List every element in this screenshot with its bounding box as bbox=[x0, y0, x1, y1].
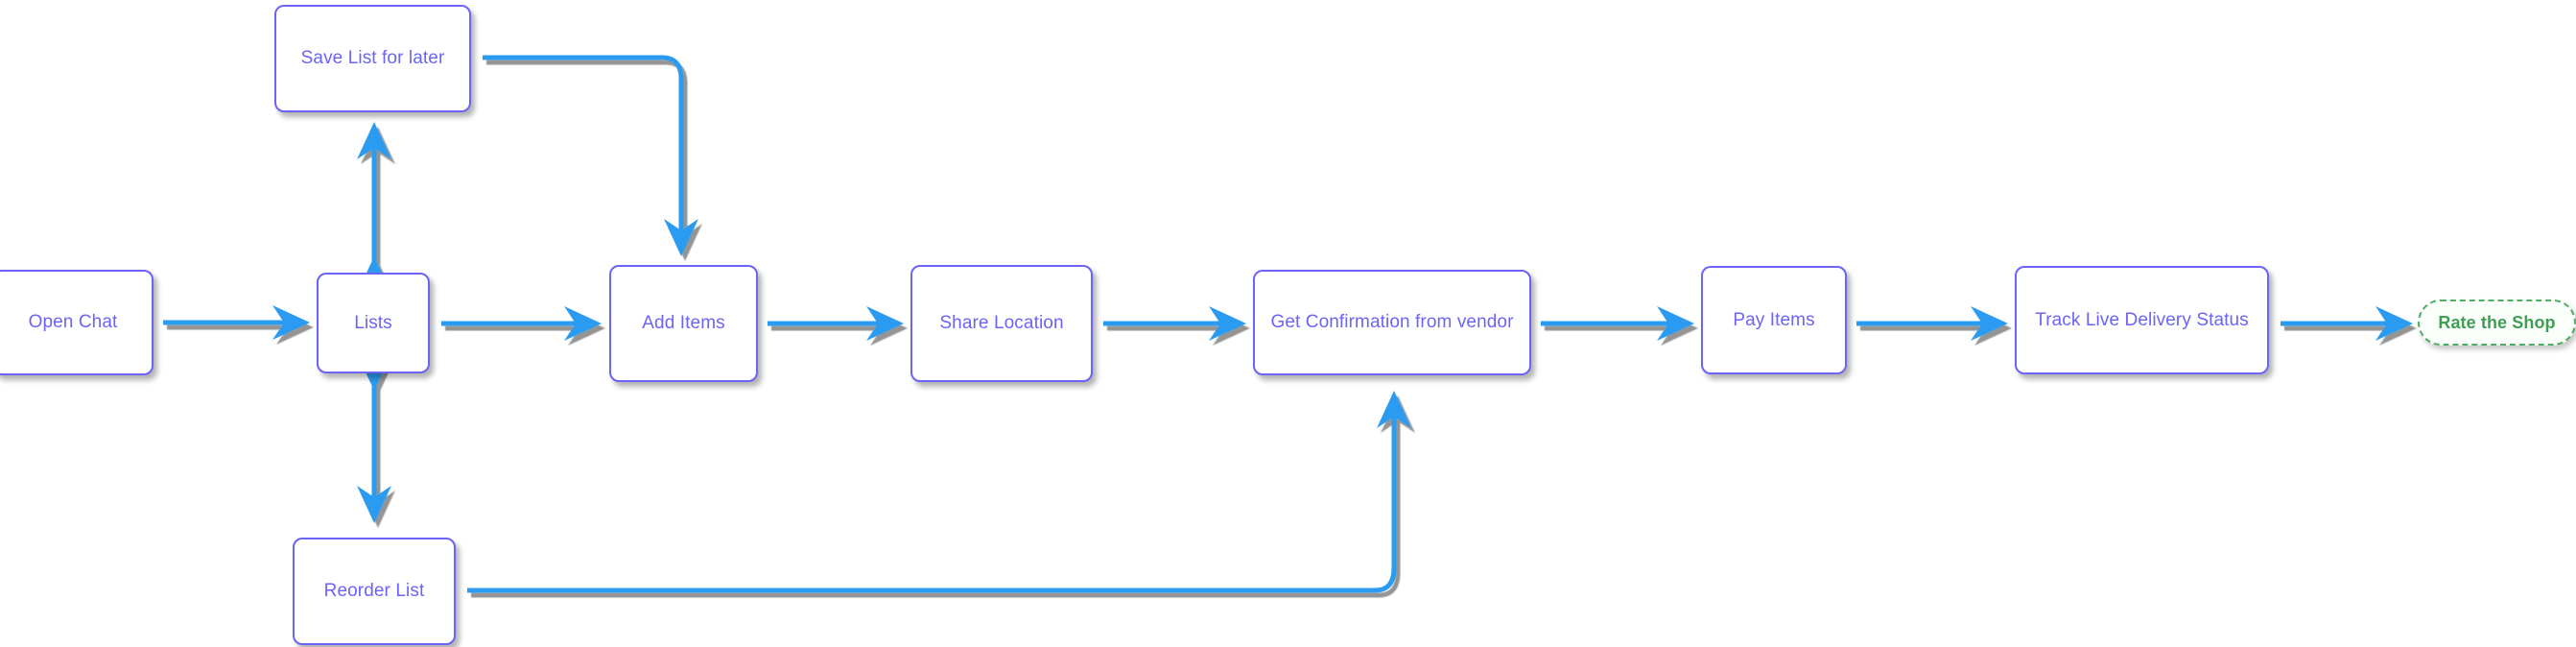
node-label: Open Chat bbox=[28, 312, 118, 333]
node-reorder-list[interactable]: Reorder List bbox=[293, 538, 456, 645]
node-share-location[interactable]: Share Location bbox=[910, 265, 1093, 382]
node-track-live-delivery-status[interactable]: Track Live Delivery Status bbox=[2015, 266, 2269, 374]
node-save-list-for-later[interactable]: Save List for later bbox=[274, 5, 471, 112]
node-label: Add Items bbox=[642, 313, 725, 334]
node-label: Rate the Shop bbox=[2438, 312, 2556, 332]
edge-save-list-to-add-items bbox=[483, 55, 698, 256]
node-label: Pay Items bbox=[1733, 309, 1815, 330]
node-rate-the-shop[interactable]: Rate the Shop bbox=[2418, 300, 2576, 346]
node-open-chat[interactable]: Open Chat bbox=[0, 270, 154, 375]
node-get-confirmation-from-vendor[interactable]: Get Confirmation from vendor bbox=[1253, 270, 1531, 375]
node-add-items[interactable]: Add Items bbox=[609, 265, 758, 382]
node-lists[interactable]: Lists bbox=[317, 273, 430, 373]
node-label: Share Location bbox=[939, 313, 1064, 334]
node-label: Save List for later bbox=[300, 48, 445, 69]
node-pay-items[interactable]: Pay Items bbox=[1701, 266, 1847, 374]
flowchart-canvas: Save List for later Open Chat Lists Add … bbox=[0, 0, 2576, 647]
node-label: Lists bbox=[354, 312, 392, 333]
node-label: Track Live Delivery Status bbox=[2035, 309, 2249, 330]
edge-reorder-list-to-get-confirmation bbox=[467, 391, 1411, 593]
node-label: Get Confirmation from vendor bbox=[1270, 312, 1514, 333]
node-label: Reorder List bbox=[323, 581, 425, 602]
